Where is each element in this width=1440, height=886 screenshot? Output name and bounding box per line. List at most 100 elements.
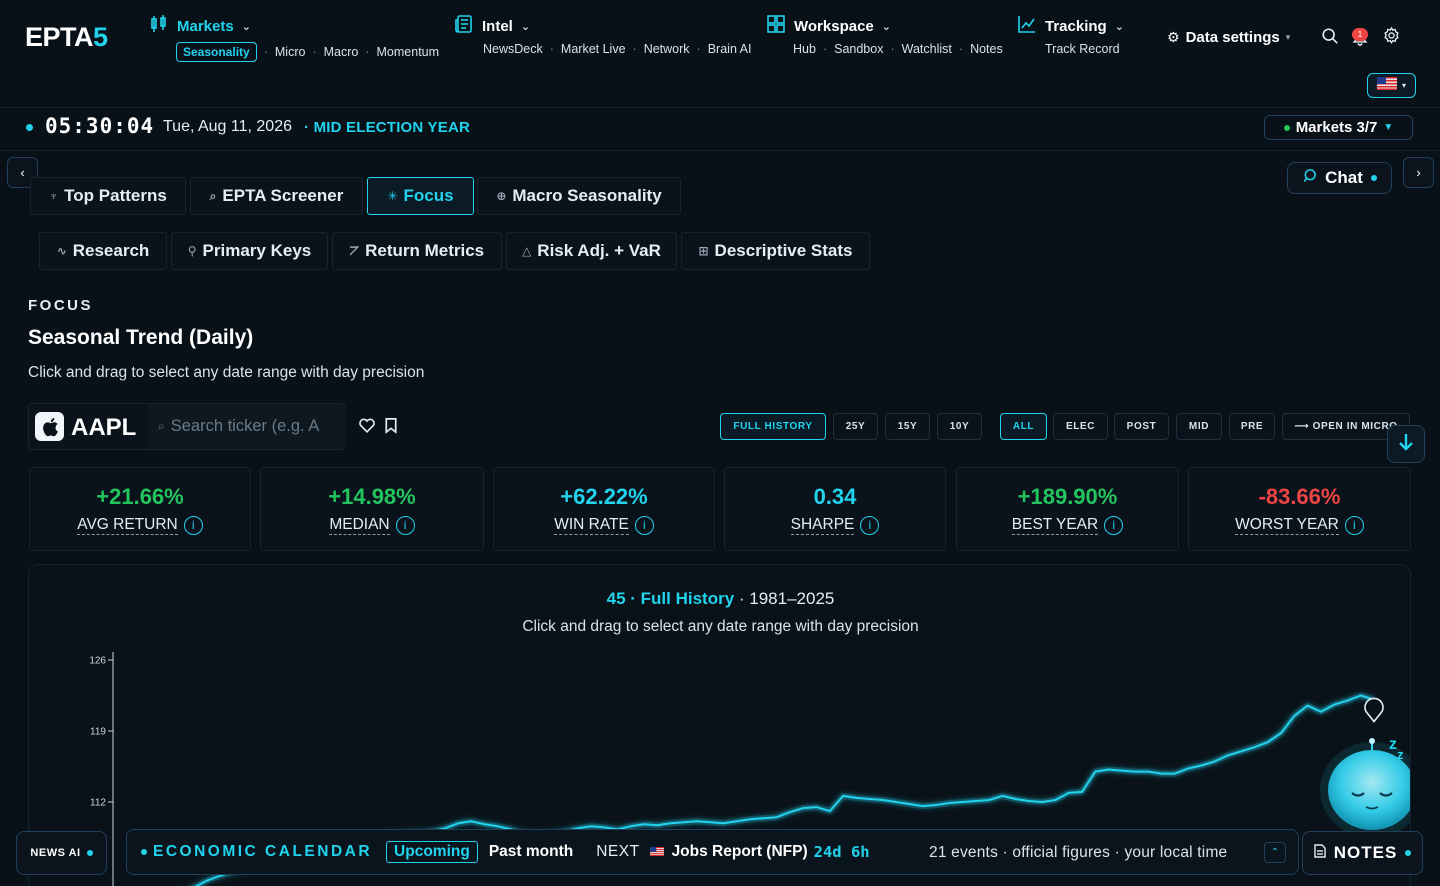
next-label: NEXT: [596, 843, 640, 860]
chart-line-icon: ⦢: [349, 243, 360, 258]
chevron-up-icon: ⌃: [1270, 847, 1280, 858]
next-event-countdown: 24d 6h: [813, 843, 870, 861]
stat-value: -83.66%: [1258, 483, 1341, 509]
economic-calendar-label: ECONOMIC CALENDAR: [153, 843, 373, 860]
nav-watchlist-link[interactable]: Watchlist: [902, 42, 952, 56]
search-button[interactable]: [1319, 27, 1341, 49]
document-icon: [1314, 843, 1326, 863]
section-description: Click and drag to select any date range …: [28, 364, 425, 381]
cycle-mid[interactable]: MID: [1176, 413, 1222, 440]
nav-tracking-menu[interactable]: Tracking ⌄: [1017, 16, 1124, 36]
cycle-post[interactable]: POST: [1114, 413, 1169, 440]
tab-risk-adj[interactable]: △ Risk Adj. + VaR: [506, 232, 677, 270]
data-settings-button[interactable]: ⚙ Data settings ▾: [1167, 29, 1290, 46]
tab-descriptive-stats[interactable]: ⊞ Descriptive Stats: [681, 232, 870, 270]
tab-epta-screener[interactable]: ⌕ EPTA Screener: [190, 177, 363, 215]
ticker-search-input[interactable]: ⌕ Search ticker (e.g. A: [148, 404, 346, 449]
apple-logo-icon: [35, 412, 64, 441]
tab-focus[interactable]: ✳ Focus: [367, 177, 474, 215]
economic-calendar-bar[interactable]: ECONOMIC CALENDAR Upcoming Past month NE…: [126, 829, 1299, 875]
cycle-all[interactable]: ALL: [1000, 413, 1047, 440]
search-icon: ⌕: [209, 188, 217, 203]
us-flag-icon: [649, 843, 664, 861]
chat-icon: [1302, 168, 1317, 188]
caret-icon: ▾: [1401, 81, 1406, 90]
notes-button[interactable]: NOTES: [1302, 831, 1423, 875]
past-month-toggle[interactable]: Past month: [489, 843, 573, 861]
tab-primary-keys[interactable]: ⚲ Primary Keys: [171, 232, 328, 270]
tab-macro-seasonality[interactable]: ⊕ Macro Seasonality: [477, 177, 681, 215]
tab-top-patterns[interactable]: ♆ Top Patterns: [30, 177, 186, 215]
nav-seasonality-link[interactable]: Seasonality: [176, 42, 257, 62]
chevron-down-icon: ⌄: [241, 20, 251, 33]
nav-momentum-link[interactable]: Momentum: [377, 45, 440, 59]
cycle-elec[interactable]: ELEC: [1053, 413, 1108, 440]
info-icon[interactable]: i: [634, 515, 654, 535]
nav-workspace-menu[interactable]: Workspace ⌄: [766, 15, 1003, 36]
nav-brain-ai-link[interactable]: Brain AI: [708, 42, 752, 56]
page-title: Seasonal Trend (Daily): [28, 326, 254, 349]
bookmark-button[interactable]: [384, 417, 398, 439]
next-button[interactable]: ›: [1403, 157, 1434, 188]
tab-research[interactable]: ∿ Research: [39, 232, 167, 270]
logo[interactable]: EPTA5: [25, 22, 108, 53]
data-settings-label: Data settings: [1185, 29, 1280, 46]
range-25y[interactable]: 25Y: [833, 413, 878, 440]
markets-status-button[interactable]: Markets 3/7 ▼: [1264, 115, 1413, 140]
info-icon[interactable]: i: [860, 515, 880, 535]
chevron-down-icon: ⌄: [520, 20, 531, 33]
nav-hub-link[interactable]: Hub: [793, 42, 816, 56]
nav-intel-menu[interactable]: Intel ⌄: [454, 14, 752, 38]
search-icon: ⌕: [158, 419, 165, 433]
nav-track-record-link[interactable]: Track Record: [1045, 42, 1120, 56]
nav-intel: Intel ⌄ NewsDeck · Market Live · Network…: [454, 14, 752, 56]
nav-micro-link[interactable]: Micro: [275, 45, 306, 59]
tab-return-metrics[interactable]: ⦢ Return Metrics: [332, 232, 502, 270]
nav-macro-link[interactable]: Macro: [324, 45, 359, 59]
stat-card-win-rate: +62.22% WIN RATE i: [493, 467, 715, 551]
nav-markets-menu[interactable]: Markets ⌄: [149, 15, 439, 36]
info-icon[interactable]: i: [183, 515, 203, 535]
language-selector[interactable]: ▾: [1367, 73, 1416, 98]
status-dot: [1370, 175, 1377, 181]
chevron-left-icon: ‹: [20, 165, 25, 180]
upcoming-toggle[interactable]: Upcoming: [386, 841, 478, 863]
tab-label: Top Patterns: [64, 186, 167, 205]
nav-market-live-link[interactable]: Market Live: [561, 42, 626, 56]
markets-status-label: Markets 3/7: [1295, 119, 1378, 136]
range-15y[interactable]: 15Y: [885, 413, 930, 440]
scroll-down-button[interactable]: [1387, 425, 1425, 463]
focus-icon: ✳: [387, 189, 398, 203]
notes-label: NOTES: [1333, 843, 1398, 862]
favorite-button[interactable]: [358, 417, 376, 439]
nav-network-link[interactable]: Network: [644, 42, 690, 56]
end-point-marker[interactable]: [1364, 697, 1384, 723]
nav-sandbox-link[interactable]: Sandbox: [834, 42, 883, 56]
news-ai-button[interactable]: NEWS AI: [16, 831, 107, 875]
nav-notes-link[interactable]: Notes: [970, 42, 1003, 56]
y-tick-label: 112: [90, 798, 106, 809]
nav-newsdeck-link[interactable]: NewsDeck: [483, 42, 543, 56]
caret-icon: ▼: [1383, 122, 1394, 133]
expand-button[interactable]: ⌃: [1264, 842, 1286, 863]
settings-button[interactable]: [1380, 26, 1402, 49]
stat-label: MEDIAN: [329, 515, 390, 535]
caret-icon: ▾: [1285, 32, 1291, 42]
info-icon[interactable]: i: [1104, 515, 1124, 535]
newspaper-icon: [454, 14, 474, 38]
chat-button[interactable]: Chat: [1287, 162, 1392, 194]
svg-text:z: z: [1397, 747, 1404, 762]
info-icon[interactable]: i: [1344, 515, 1364, 535]
cycle-pre[interactable]: PRE: [1229, 413, 1275, 440]
search-icon: [1321, 27, 1339, 50]
range-full-history[interactable]: FULL HISTORY: [720, 413, 826, 440]
economic-calendar-info: 21 events · official figures · your loca…: [929, 844, 1228, 861]
stat-label: SHARPE: [790, 515, 855, 535]
chevron-down-icon: ⌄: [881, 20, 891, 33]
ticker-selector: AAPL ⌕ Search ticker (e.g. A: [28, 403, 346, 450]
y-tick-label: 126: [89, 656, 106, 667]
stat-card-median: +14.98% MEDIAN i: [260, 467, 484, 551]
info-icon[interactable]: i: [395, 515, 415, 535]
mascot-icon[interactable]: z z: [1320, 736, 1411, 838]
range-10y[interactable]: 10Y: [937, 413, 982, 440]
